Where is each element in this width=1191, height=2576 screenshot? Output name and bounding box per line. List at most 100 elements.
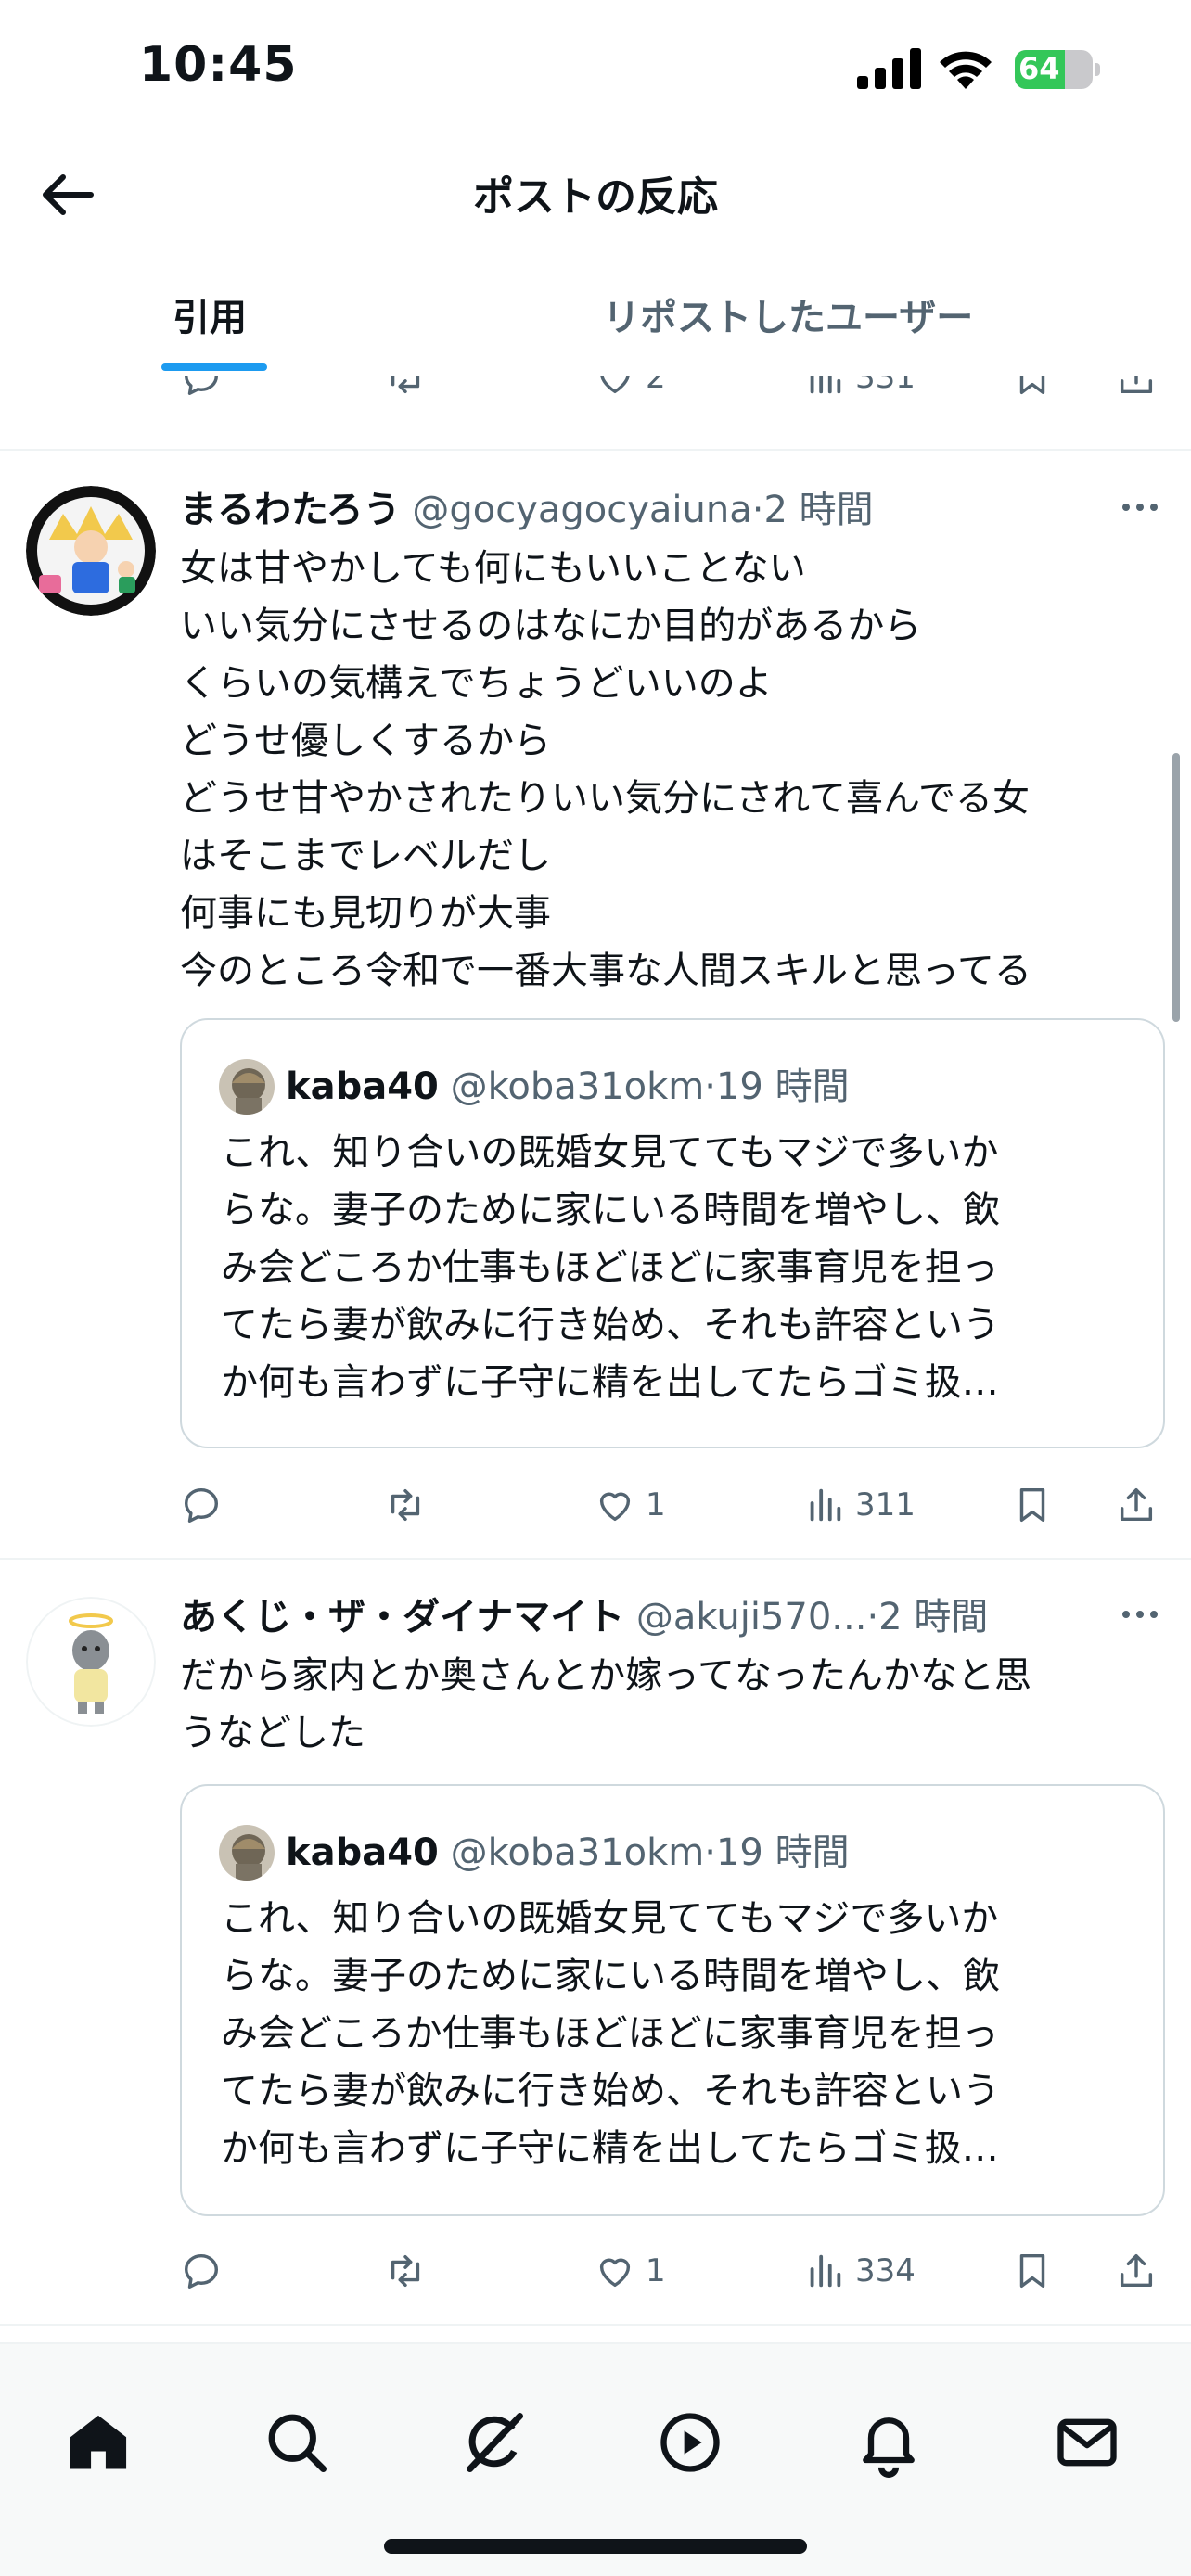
quote-header: kaba40 @koba31okm·19 時間 (286, 1059, 850, 1115)
repost-button[interactable] (384, 2238, 427, 2303)
action-bar: 2 331 (0, 376, 1191, 410)
display-name[interactable]: まるわたろう (180, 489, 401, 531)
views-icon (810, 376, 841, 394)
status-bar: 10:45 64 (0, 0, 1191, 139)
tab-quotes[interactable]: 引用 (173, 287, 247, 341)
quote-time: 19 時間 (715, 1065, 850, 1108)
reply-button[interactable] (180, 2238, 223, 2303)
page-title: ポストの反応 (473, 173, 718, 221)
share-button[interactable] (1115, 376, 1158, 410)
quote-user-handle: @koba31okm (450, 1065, 705, 1108)
quote-card[interactable]: kaba40 @koba31okm·19 時間 これ、知り合いの既婚女見ててもマ… (180, 1784, 1165, 2216)
signal-icon (857, 48, 921, 89)
post[interactable]: まるわたろう @gocyagocyaiuna·2 時間 女は甘やかしても何にもい… (0, 482, 1191, 1001)
quote-display-name: kaba40 (286, 1065, 439, 1108)
heart-icon (599, 1492, 631, 1522)
feed[interactable]: 2 331 まるわたろう @gocyagocyaiuna·2 時間 女は甘やかし… (0, 376, 1191, 2342)
wifi-icon (940, 51, 992, 89)
separator: · (704, 1065, 716, 1108)
bookmark-button[interactable] (1011, 2238, 1054, 2303)
views-icon (810, 2254, 841, 2288)
user-handle[interactable]: @gocyagocyaiuna (412, 489, 751, 531)
bottom-nav (0, 2342, 1191, 2576)
like-button[interactable]: 2 (594, 376, 666, 410)
scrollbar[interactable] (1172, 753, 1180, 1022)
reply-button[interactable] (180, 1473, 223, 1537)
nav-video[interactable] (655, 2407, 725, 2478)
share-icon (1120, 1487, 1153, 1522)
views-icon (810, 1488, 841, 1522)
home-icon (70, 2415, 127, 2469)
tab-reposts[interactable]: リポストしたユーザー (603, 287, 973, 341)
user-handle[interactable]: @akuji570... (636, 1596, 867, 1639)
reply-icon (184, 2253, 219, 2289)
heart-icon (600, 376, 630, 394)
battery-icon: 64 (1015, 50, 1100, 89)
post-time: 2 時間 (763, 489, 874, 531)
repost-icon (391, 2254, 420, 2288)
nav-messages[interactable] (1052, 2407, 1122, 2478)
divider (0, 2324, 1191, 2326)
share-button[interactable] (1115, 1473, 1158, 1537)
quote-avatar (219, 1059, 275, 1115)
post-header: あくじ・ザ・ダイナマイト @akuji570...·2 時間 (180, 1589, 1108, 1645)
divider (0, 1558, 1191, 1560)
quote-display-name: kaba40 (286, 1831, 439, 1874)
share-icon (1120, 376, 1153, 394)
home-indicator[interactable] (384, 2539, 807, 2554)
views-button[interactable]: 311 (803, 1473, 916, 1537)
like-button[interactable]: 1 (594, 1473, 666, 1537)
post-header: まるわたろう @gocyagocyaiuna·2 時間 (180, 482, 1108, 538)
bookmark-button[interactable] (1011, 1473, 1054, 1537)
post-time: 2 時間 (878, 1596, 989, 1639)
nav-search[interactable] (262, 2407, 332, 2478)
quote-text: これ、知り合いの既婚女見ててもマジで多いか らな。妻子のために家にいる時間を増や… (221, 1131, 1000, 1404)
quote-card[interactable]: kaba40 @koba31okm·19 時間 これ、知り合いの既婚女見ててもマ… (180, 1018, 1165, 1448)
repost-icon (391, 376, 420, 394)
like-button[interactable]: 1 (594, 2238, 666, 2303)
post-text: だから家内とか奥さんとか嫁ってなったんかなと思 うなどした (180, 1654, 1031, 1754)
notifications-icon (863, 2417, 915, 2478)
share-button[interactable] (1115, 2238, 1158, 2303)
quote-user-handle: @koba31okm (450, 1831, 705, 1874)
search-icon (268, 2414, 327, 2472)
reply-button[interactable] (180, 376, 223, 410)
repost-button[interactable] (384, 1473, 427, 1537)
action-bar: 1 311 (0, 1473, 1191, 1537)
messages-icon (1057, 2418, 1117, 2467)
repost-button[interactable] (384, 376, 427, 410)
divider (0, 449, 1191, 451)
avatar[interactable] (26, 1597, 156, 1727)
display-name[interactable]: あくじ・ザ・ダイナマイト (180, 1596, 624, 1639)
bookmark-icon (1019, 376, 1045, 395)
nav-home[interactable] (63, 2407, 134, 2478)
reply-icon (185, 376, 218, 395)
reply-icon (184, 1487, 219, 1523)
avatar[interactable] (26, 486, 156, 616)
bookmark-icon (1019, 2253, 1045, 2289)
view-count: 334 (855, 2252, 916, 2289)
bookmark-icon (1019, 1487, 1045, 1523)
nav-notifications[interactable] (853, 2407, 924, 2478)
battery-percentage: 64 (1018, 51, 1060, 86)
post[interactable]: あくじ・ザ・ダイナマイト @akuji570...·2 時間 だから家内とか奥さ… (0, 1589, 1191, 1756)
grok-icon (467, 2413, 523, 2472)
views-button[interactable]: 331 (803, 376, 916, 410)
nav-grok[interactable] (458, 2407, 529, 2478)
more-options-icon[interactable] (1117, 493, 1163, 521)
tab-bar: 引用 リポストしたユーザー (0, 260, 1191, 376)
status-time: 10:45 (139, 37, 298, 93)
like-count: 1 (646, 1486, 666, 1524)
separator: · (751, 489, 764, 531)
like-count: 2 (646, 376, 666, 396)
view-count: 311 (855, 1486, 916, 1524)
like-count: 1 (646, 2252, 666, 2289)
views-button[interactable]: 334 (803, 2238, 916, 2303)
header: ポストの反応 (0, 139, 1191, 241)
more-options-icon[interactable] (1117, 1600, 1163, 1628)
quote-avatar (219, 1825, 275, 1881)
action-bar: 1 334 (0, 2238, 1191, 2303)
video-icon (660, 2413, 720, 2472)
bookmark-button[interactable] (1011, 376, 1054, 410)
heart-icon (599, 2258, 631, 2288)
